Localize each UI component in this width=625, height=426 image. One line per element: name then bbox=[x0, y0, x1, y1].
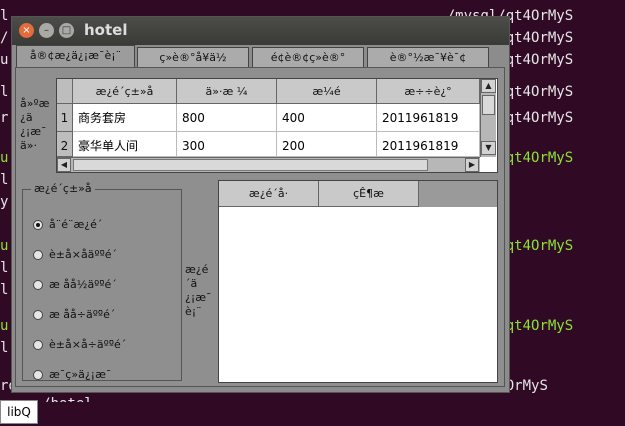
table-cell[interactable]: 300 bbox=[177, 132, 277, 157]
column-header[interactable]: ä»·æ ¼ bbox=[177, 79, 277, 104]
room-list-table[interactable]: æ¿é´å· çÊ¶æ bbox=[218, 180, 498, 383]
radio-option[interactable]: è±å×åäºº̈é´ bbox=[33, 246, 117, 264]
table-cell[interactable]: 商务套房 bbox=[73, 104, 177, 132]
table-cell[interactable]: 400 bbox=[277, 104, 377, 132]
radio-label: æ¯ç»ä¿¡æ¯ bbox=[49, 368, 112, 381]
radio-label: è±å×å÷äºº̈é´ bbox=[49, 338, 127, 351]
scroll-down-icon[interactable]: ▼ bbox=[481, 141, 496, 155]
radio-dot[interactable] bbox=[33, 370, 43, 380]
radio-label: æ åå½äºº̈é´ bbox=[49, 278, 117, 291]
radio-option[interactable]: è±å×å÷äºº̈é´ bbox=[33, 336, 126, 354]
header-filler bbox=[419, 181, 497, 207]
tab-reservation[interactable]: é¢è®¢ç»è®° bbox=[252, 47, 364, 67]
vertical-scrollbar[interactable]: ▲ ▼ bbox=[480, 79, 496, 157]
radio-dot[interactable] bbox=[33, 310, 43, 320]
tab-room-info[interactable]: å®¢æ¿ä¿¡æ¯è¡¨ bbox=[16, 45, 135, 68]
radio-label: å¨é¨æ¿é´ bbox=[49, 218, 103, 231]
close-icon[interactable]: × bbox=[19, 23, 34, 38]
window-title: hotel bbox=[84, 21, 128, 39]
radio-label: è±å×åäºº̈é´ bbox=[49, 248, 118, 261]
column-header[interactable]: çÊ¶æ bbox=[319, 181, 419, 207]
radio-dot[interactable] bbox=[33, 340, 43, 350]
libq-taskbar-item[interactable]: libQ bbox=[0, 400, 38, 424]
table-cell[interactable]: 豪华单人间 bbox=[73, 132, 177, 157]
row-header[interactable]: 1 bbox=[57, 104, 73, 132]
hotel-window: × – □ hotel å®¢æ¿ä¿¡æ¯è¡¨ ç»è®°å¥ä½ é¢è®… bbox=[11, 16, 510, 393]
tab-checkin[interactable]: ç»è®°å¥ä½ bbox=[137, 47, 249, 67]
scroll-thumb[interactable] bbox=[482, 95, 495, 115]
table-corner[interactable] bbox=[57, 79, 73, 104]
table-cell[interactable]: 800 bbox=[177, 104, 277, 132]
maximize-icon[interactable]: □ bbox=[59, 23, 74, 38]
radio-option[interactable]: æ åå÷äºº̈é´ bbox=[33, 306, 115, 324]
radio-option[interactable]: æ¯ç»ä¿¡æ¯ bbox=[33, 366, 111, 384]
column-header[interactable]: æ¿é´ç±»å bbox=[73, 79, 177, 104]
room-table[interactable]: æ¿é´ç±»å ä»·æ ¼ æ¼é æ÷÷è¿° 1 商务套房 800 40… bbox=[56, 78, 498, 173]
horizontal-scrollbar[interactable]: ◀ ▶ bbox=[57, 157, 480, 172]
radio-dot[interactable] bbox=[33, 280, 43, 290]
group-title: æ¿é´ç±»å bbox=[31, 182, 95, 195]
radio-label: æ åå÷äºº̈é´ bbox=[49, 308, 116, 321]
scroll-right-icon[interactable]: ▶ bbox=[465, 158, 479, 172]
radio-dot[interactable] bbox=[33, 250, 43, 260]
room-type-group: æ¿é´ç±»å å¨é¨æ¿é´ è±å×åäºº̈é´ æ åå½äºº̈é… bbox=[22, 182, 182, 384]
title-bar[interactable]: × – □ hotel bbox=[12, 17, 509, 45]
scroll-left-icon[interactable]: ◀ bbox=[57, 158, 71, 172]
column-header[interactable]: æ÷÷è¿° bbox=[377, 79, 480, 104]
scroll-up-icon[interactable]: ▲ bbox=[481, 79, 496, 93]
radio-dot[interactable] bbox=[33, 220, 43, 230]
minimize-icon[interactable]: – bbox=[39, 23, 54, 38]
radio-all-rooms[interactable]: å¨é¨æ¿é´ bbox=[33, 216, 102, 234]
radio-option[interactable]: æ åå½äºº̈é´ bbox=[33, 276, 117, 294]
scroll-thumb[interactable] bbox=[73, 159, 428, 171]
column-header[interactable]: æ¼é bbox=[277, 79, 377, 104]
table-cell[interactable]: 2011961819 bbox=[377, 104, 480, 132]
room-list-label: æ¿é´ä¿¡æ¯è¡¨ bbox=[185, 263, 212, 318]
room-info-label: å»ºæ¿ä¿¡æ¯ä»· bbox=[20, 97, 50, 152]
row-header[interactable]: 2 bbox=[57, 132, 73, 157]
table-cell[interactable]: 200 bbox=[277, 132, 377, 157]
tab-records[interactable]: è®°½æ¯¥è¯¢ bbox=[367, 47, 489, 67]
column-header[interactable]: æ¿é´å· bbox=[219, 181, 319, 207]
terminal-footer bbox=[0, 402, 625, 426]
table-cell[interactable]: 2011961819 bbox=[377, 132, 480, 157]
